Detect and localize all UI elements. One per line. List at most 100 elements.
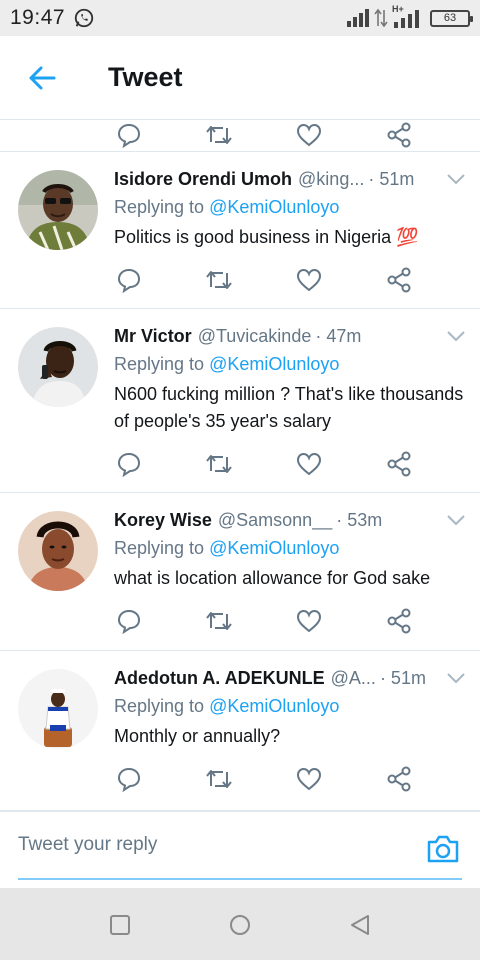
share-icon — [387, 122, 411, 148]
reply-tweet[interactable]: Isidore Orendi Umoh @king... · 51m Reply… — [0, 152, 480, 309]
like-button[interactable] — [294, 449, 324, 479]
retweet-button[interactable] — [204, 120, 234, 150]
display-name[interactable]: Adedotun A. ADEKUNLE — [114, 665, 325, 691]
reply-underline — [18, 878, 462, 880]
like-button[interactable] — [294, 120, 324, 150]
avatar[interactable] — [18, 669, 98, 749]
back-icon[interactable] — [349, 914, 371, 936]
display-name[interactable]: Mr Victor — [114, 323, 192, 349]
reply-to-link[interactable]: @KemiOlunloyo — [209, 197, 339, 217]
chevron-down-icon — [447, 673, 465, 684]
reply-to-link[interactable]: @KemiOlunloyo — [209, 696, 339, 716]
user-handle[interactable]: @A... — [331, 665, 376, 691]
retweet-icon — [206, 612, 232, 630]
data-arrows-icon — [374, 8, 388, 28]
display-name[interactable]: Korey Wise — [114, 507, 212, 533]
tweet-time: · 51m — [368, 169, 415, 189]
share-button[interactable] — [384, 120, 414, 150]
like-button[interactable] — [294, 606, 324, 636]
retweet-icon — [206, 455, 232, 473]
retweet-button[interactable] — [204, 265, 234, 295]
avatar[interactable] — [18, 327, 98, 407]
avatar-image — [18, 669, 98, 749]
reply-composer — [0, 810, 480, 888]
back-button[interactable] — [0, 36, 84, 120]
chevron-down-icon — [447, 174, 465, 185]
tweet-header: Mr Victor @Tuvicakinde · 47m — [114, 323, 466, 349]
tweet-menu-button[interactable] — [438, 514, 466, 526]
app-header: Tweet — [0, 36, 480, 120]
replying-to: Replying to @KemiOlunloyo — [114, 349, 466, 379]
tweet-header: Isidore Orendi Umoh @king... · 51m — [114, 166, 466, 192]
share-icon — [387, 766, 411, 792]
reply-to-link[interactable]: @KemiOlunloyo — [209, 538, 339, 558]
reply-tweet[interactable]: Adedotun A. ADEKUNLE @A... · 51m Replyin… — [0, 651, 480, 809]
avatar[interactable] — [18, 170, 98, 250]
share-button[interactable] — [384, 449, 414, 479]
tweet-actions — [0, 764, 466, 794]
signal-icon-2 — [394, 10, 419, 28]
reply-icon — [117, 123, 141, 148]
replying-label: Replying to — [114, 538, 205, 558]
reply-to-link[interactable]: @KemiOlunloyo — [209, 354, 339, 374]
tweet-menu-button[interactable] — [438, 672, 466, 684]
replying-label: Replying to — [114, 696, 205, 716]
avatar[interactable] — [18, 511, 98, 591]
avatar-image — [18, 511, 98, 591]
share-icon — [387, 608, 411, 634]
tweet-menu-button[interactable] — [438, 330, 466, 342]
status-indicators: H+ 63 — [346, 4, 473, 29]
reply-button[interactable] — [114, 265, 144, 295]
tweet-time: · 51m — [379, 668, 426, 688]
reply-icon — [117, 268, 141, 293]
camera-button[interactable] — [426, 834, 460, 864]
tweet-header: Adedotun A. ADEKUNLE @A... · 51m — [114, 665, 466, 691]
tweet-time: · 47m — [315, 326, 362, 346]
replying-to: Replying to @KemiOlunloyo — [114, 192, 466, 222]
like-icon — [296, 452, 322, 476]
reply-button[interactable] — [114, 764, 144, 794]
reply-icon — [117, 767, 141, 792]
retweet-button[interactable] — [204, 606, 234, 636]
reply-input[interactable] — [18, 834, 418, 856]
display-name[interactable]: Isidore Orendi Umoh — [114, 166, 292, 192]
tweet-text: what is location allowance for God sake — [114, 568, 431, 588]
tweet-actions — [0, 265, 466, 295]
reply-button[interactable] — [114, 606, 144, 636]
replying-to: Replying to @KemiOlunloyo — [114, 533, 466, 563]
like-button[interactable] — [294, 764, 324, 794]
share-button[interactable] — [384, 265, 414, 295]
user-handle[interactable]: @Samsonn__ — [218, 507, 332, 533]
tweet-time: · 53m — [336, 510, 383, 530]
chevron-down-icon — [447, 331, 465, 342]
system-nav-bar — [0, 888, 480, 960]
share-icon — [387, 267, 411, 293]
tweet-actions — [0, 449, 466, 479]
like-icon — [296, 123, 322, 147]
avatar-image — [18, 170, 98, 250]
like-button[interactable] — [294, 265, 324, 295]
recent-apps-icon[interactable] — [109, 914, 131, 936]
share-button[interactable] — [384, 606, 414, 636]
reply-tweet[interactable]: Mr Victor @Tuvicakinde · 47m Replying to… — [0, 309, 480, 493]
tweet-menu-button[interactable] — [438, 173, 466, 185]
user-handle[interactable]: @king... — [298, 166, 364, 192]
replies-feed[interactable]: Isidore Orendi Umoh @king... · 51m Reply… — [0, 120, 480, 810]
retweet-button[interactable] — [204, 449, 234, 479]
like-icon — [296, 767, 322, 791]
battery-level: 63 — [443, 12, 457, 24]
share-button[interactable] — [384, 764, 414, 794]
chevron-down-icon — [447, 515, 465, 526]
retweet-button[interactable] — [204, 764, 234, 794]
reply-button[interactable] — [114, 120, 144, 150]
reply-tweet[interactable]: Korey Wise @Samsonn__ · 53m Replying to … — [0, 493, 480, 651]
avatar-image — [18, 327, 98, 407]
retweet-icon — [206, 126, 232, 144]
home-icon[interactable] — [229, 914, 251, 936]
retweet-icon — [206, 770, 232, 788]
battery-icon: 63 — [430, 9, 473, 27]
user-handle[interactable]: @Tuvicakinde — [198, 323, 312, 349]
like-icon — [296, 609, 322, 633]
page-title: Tweet — [108, 62, 183, 92]
reply-button[interactable] — [114, 449, 144, 479]
